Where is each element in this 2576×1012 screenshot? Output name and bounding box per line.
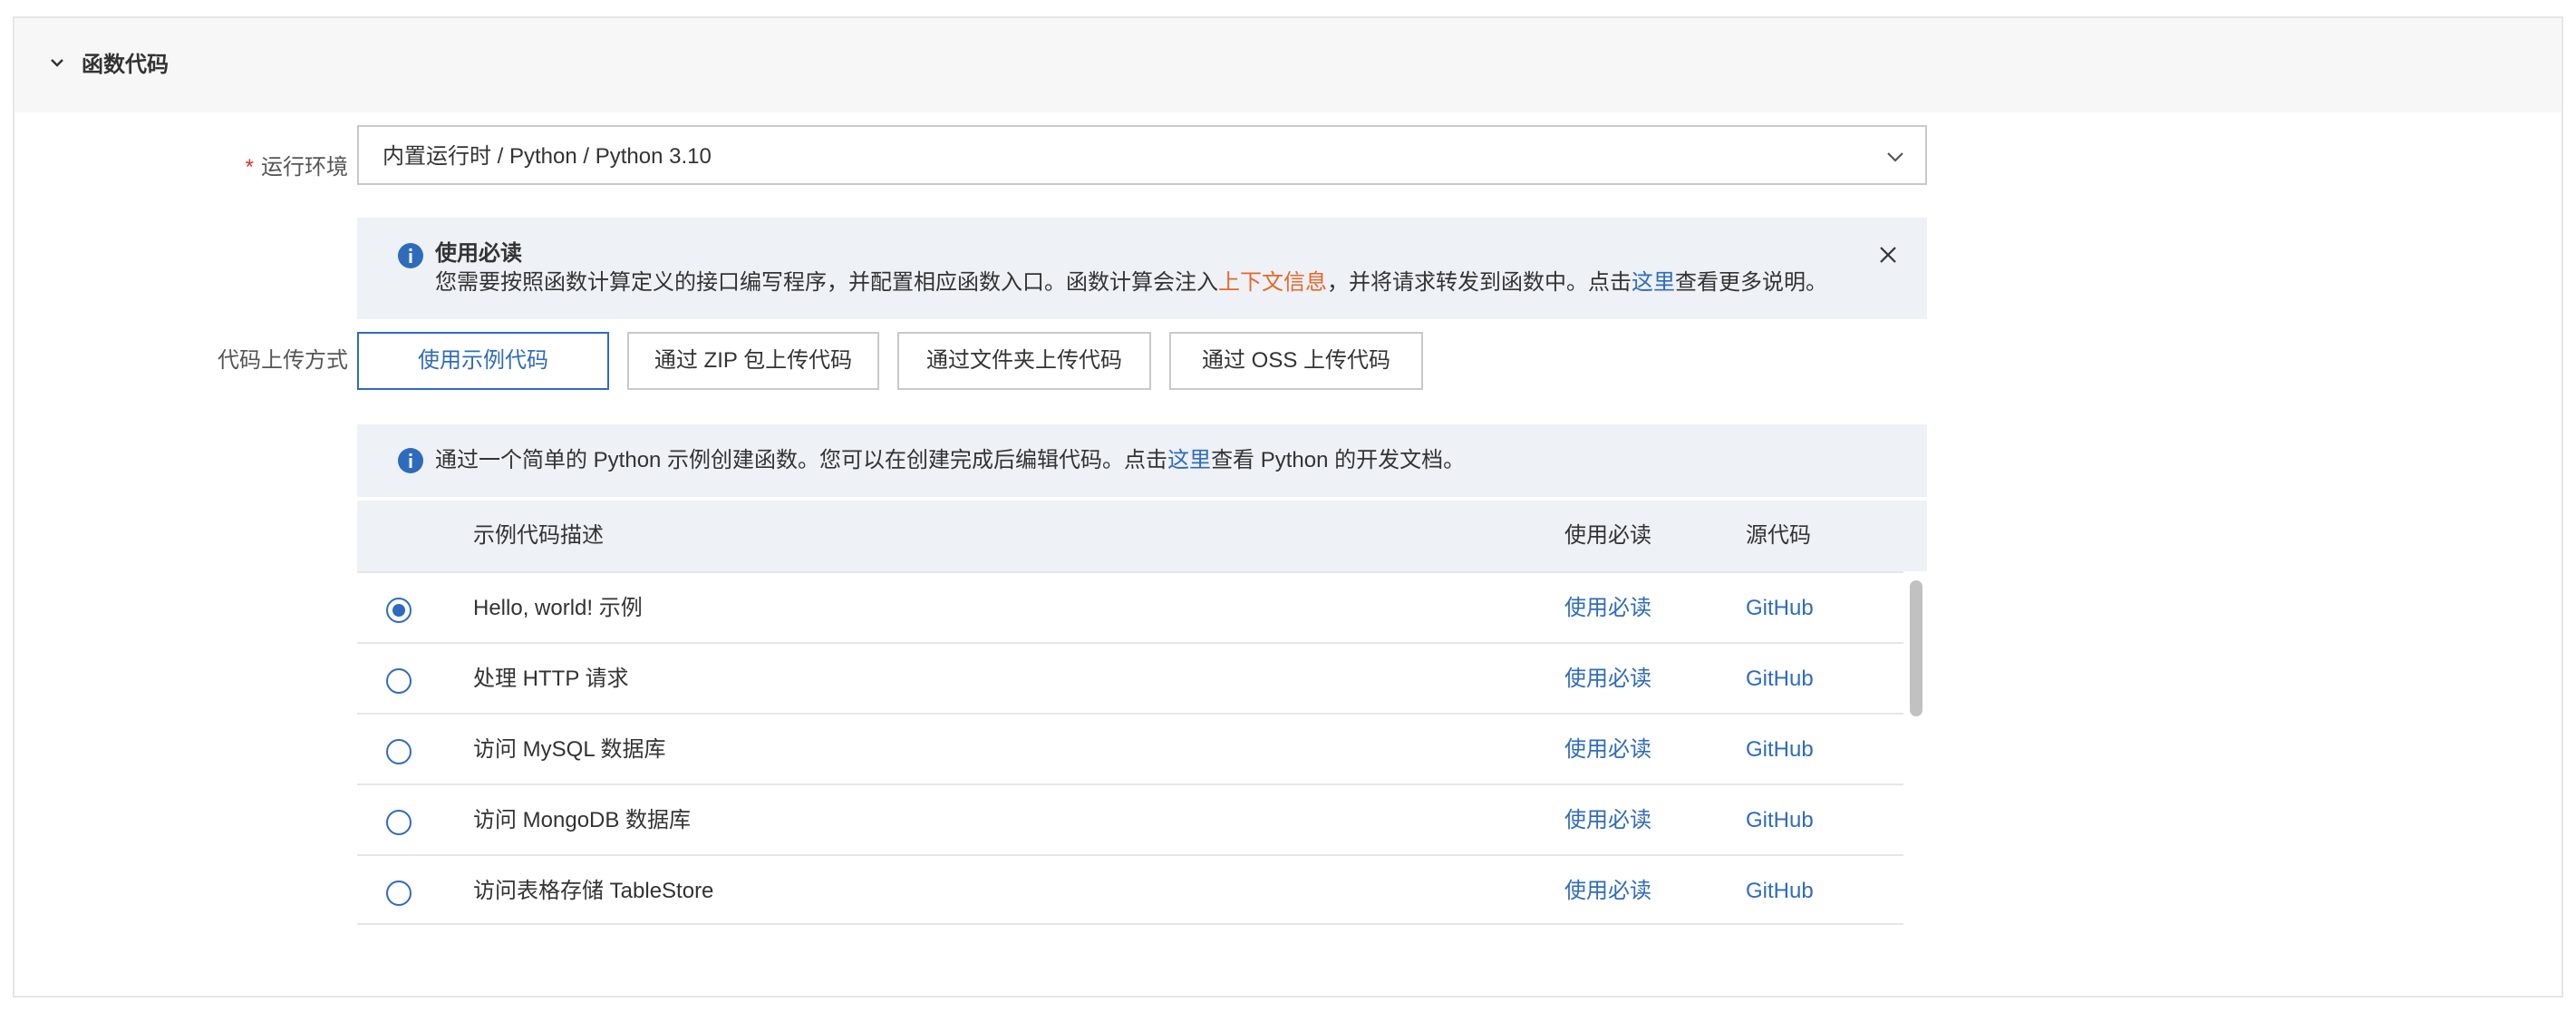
runtime-select[interactable]: 内置运行时 / Python / Python 3.10 [357,125,1927,185]
row-radio[interactable] [386,739,412,764]
row-readme-link[interactable]: 使用必读 [1564,734,1651,766]
row-radio[interactable] [386,881,412,906]
upload-folder-button[interactable]: 通过文件夹上传代码 [897,332,1151,390]
context-info-link[interactable]: 上下文信息 [1218,270,1327,295]
hint-text: 通过一个简单的 Python 示例创建函数。您可以在创建完成后编辑代码。点击这里… [435,445,1465,476]
header-readme: 使用必读 [1564,523,1651,548]
table-row[interactable]: 处理 HTTP 请求 使用必读 GitHub [357,642,1905,713]
upload-method-label: 代码上传方式 [218,348,348,373]
row-radio[interactable] [386,598,412,623]
row-description: Hello, world! 示例 [473,596,643,620]
table-row[interactable]: Hello, world! 示例 使用必读 GitHub [357,571,1905,642]
panel-title: 函数代码 [82,53,169,77]
chevron-down-icon [1887,152,1903,162]
sample-hint: 通过一个简单的 Python 示例创建函数。您可以在创建完成后编辑代码。点击这里… [357,424,1927,497]
row-description: 访问表格存储 TableStore [473,879,714,903]
notice-text: 您需要按照函数计算定义的接口编写程序，并配置相应函数入口。函数计算会注入上下文信… [435,268,1827,298]
table-row[interactable]: 访问 MySQL 数据库 使用必读 GitHub [357,713,1905,783]
row-github-link[interactable]: GitHub [1746,875,1814,908]
upload-oss-button[interactable]: 通过 OSS 上传代码 [1169,332,1423,390]
row-description: 访问 MySQL 数据库 [473,737,666,762]
scrollbar-thumb[interactable] [1910,580,1922,716]
notice-text-after: 查看更多说明。 [1675,270,1827,295]
hint-here-link[interactable]: 这里 [1167,448,1211,472]
notice-here-link[interactable]: 这里 [1632,270,1675,295]
row-readme-link[interactable]: 使用必读 [1564,592,1651,625]
row-description: 处理 HTTP 请求 [473,667,629,691]
info-icon [398,448,423,473]
row-github-link[interactable]: GitHub [1746,663,1814,696]
hint-text-after: 查看 Python 的开发文档。 [1211,448,1466,472]
table-row[interactable]: 访问 MongoDB 数据库 使用必读 GitHub [357,783,1905,854]
header-description: 示例代码描述 [473,523,604,548]
row-radio[interactable] [386,668,412,694]
table-scrollbar[interactable] [1903,571,1927,934]
notice-title: 使用必读 [435,241,522,266]
upload-zip-button[interactable]: 通过 ZIP 包上传代码 [627,332,879,390]
table-header: 示例代码描述 使用必读 源代码 [357,501,1927,571]
use-sample-code-button[interactable]: 使用示例代码 [357,332,609,390]
row-github-link[interactable]: GitHub [1746,804,1814,837]
chevron-down-icon[interactable] [44,49,71,76]
notice-text-middle: ，并将请求转发到函数中。点击 [1327,270,1632,295]
sample-code-table: 示例代码描述 使用必读 源代码 Hello, world! 示例 使用必读 Gi… [357,501,1927,934]
row-github-link[interactable]: GitHub [1746,734,1814,766]
row-radio[interactable] [386,810,412,835]
row-description: 访问 MongoDB 数据库 [473,808,692,832]
row-readme-link[interactable]: 使用必读 [1564,663,1651,696]
required-mark: * [245,155,254,180]
hint-text-before: 通过一个简单的 Python 示例创建函数。您可以在创建完成后编辑代码。点击 [435,448,1168,472]
runtime-label-text: 运行环境 [261,155,348,180]
runtime-label: * 运行环境 [236,151,348,184]
close-icon[interactable] [1874,241,1902,268]
row-readme-link[interactable]: 使用必读 [1564,804,1651,837]
row-github-link[interactable]: GitHub [1746,592,1814,625]
panel-header[interactable]: 函数代码 [15,18,2561,112]
row-readme-link[interactable]: 使用必读 [1564,875,1651,908]
runtime-select-value: 内置运行时 / Python / Python 3.10 [383,144,712,169]
readme-notice: 使用必读 您需要按照函数计算定义的接口编写程序，并配置相应函数入口。函数计算会注… [357,218,1927,319]
table-row[interactable]: 访问表格存储 TableStore 使用必读 GitHub [357,854,1905,925]
info-icon [398,243,423,268]
notice-text-before: 您需要按照函数计算定义的接口编写程序，并配置相应函数入口。函数计算会注入 [435,270,1218,295]
header-source: 源代码 [1746,523,1811,548]
